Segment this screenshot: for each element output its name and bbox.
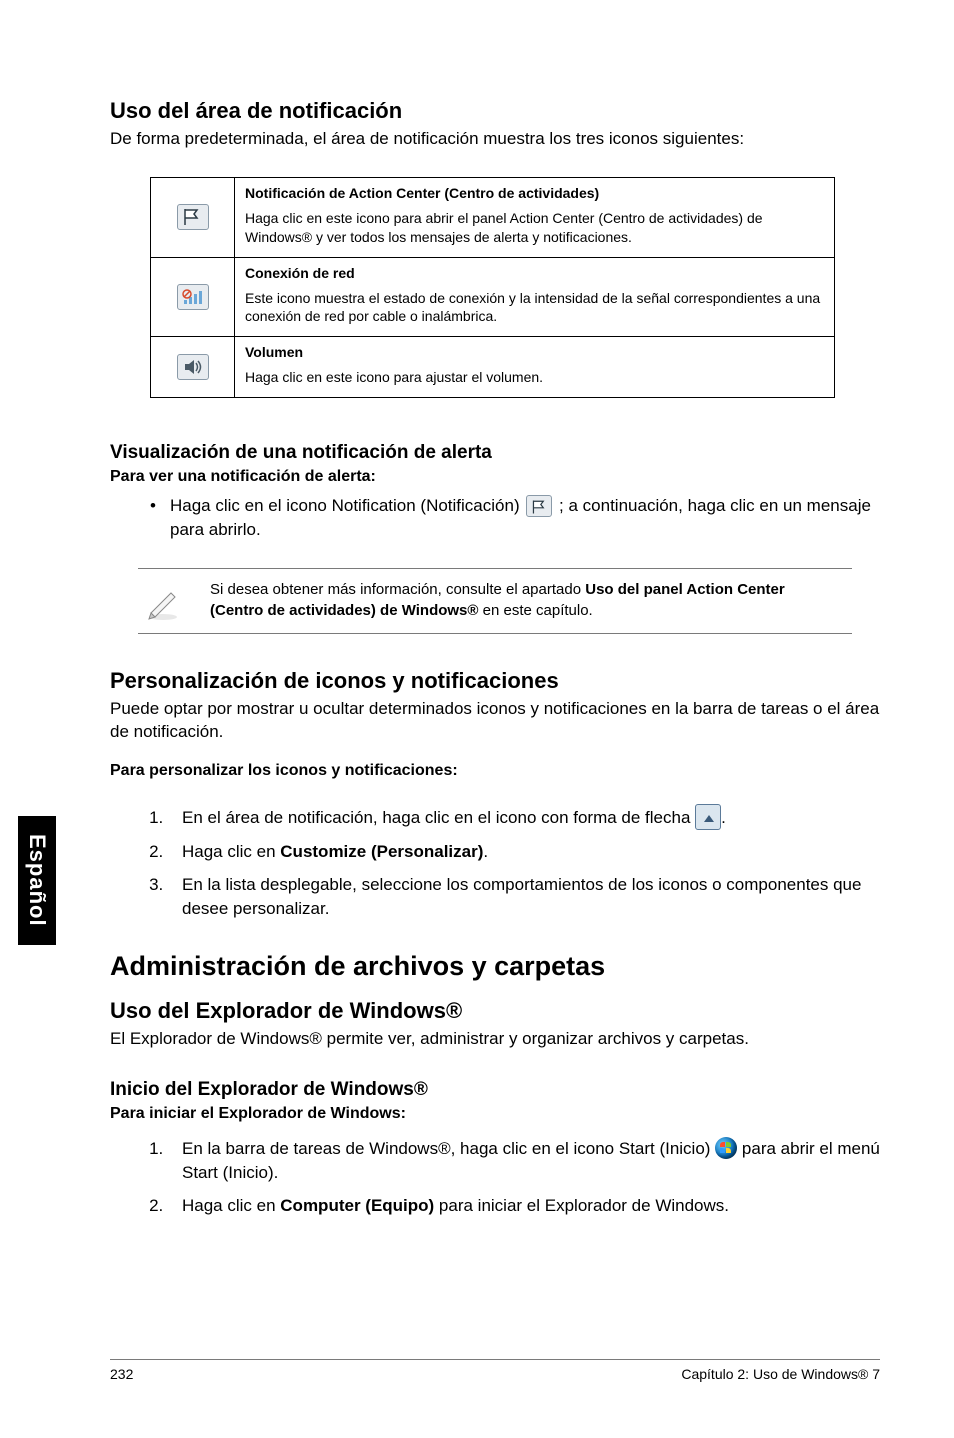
arrow-up-badge-icon [695,804,721,830]
step-text: En el área de notificación, haga clic en… [182,808,695,827]
table-row: Notificación de Action Center (Centro de… [151,177,835,257]
table-icon-cell [151,257,235,337]
step-text: En la lista desplegable, seleccione los … [182,875,861,918]
step-text: . [721,808,726,827]
table-row: Volumen Haga clic en este icono para aju… [151,337,835,398]
section-heading-notification-area: Uso del área de notificación [110,98,880,124]
page-content: Uso del área de notificación De forma pr… [110,98,880,1228]
network-icon [177,284,209,310]
flag-icon [177,204,209,230]
table-desc-cell: Volumen Haga clic en este icono para aju… [235,337,835,398]
step-text: para iniciar el Explorador de Windows. [434,1196,729,1215]
explorer-start-subheading: Para iniciar el Explorador de Windows: [110,1105,880,1123]
step-text: En la barra de tareas de Windows®, haga … [182,1139,715,1158]
table-row-title: Notificación de Action Center (Centro de… [245,184,824,203]
alert-heading: Visualización de una notificación de ale… [110,442,880,464]
section-heading-personalization: Personalización de iconos y notificacion… [110,668,880,694]
chapter-label: Capítulo 2: Uso de Windows® 7 [681,1366,880,1382]
alert-bullet: Haga clic en el icono Notification (Noti… [150,494,880,542]
step-bold: Computer (Equipo) [280,1196,434,1215]
list-item: En el área de notificación, haga clic en… [168,804,880,830]
table-row-title: Volumen [245,343,824,362]
step-bold: Customize (Personalizar) [280,842,483,861]
note-pre: Si desea obtener más información, consul… [210,581,585,598]
table-desc-cell: Conexión de red Este icono muestra el es… [235,257,835,337]
personalization-steps: En el área de notificación, haga clic en… [150,804,880,921]
page-number: 232 [110,1366,133,1382]
table-row-desc: Este icono muestra el estado de conexión… [245,290,820,325]
note-box: Si desea obtener más información, consul… [138,568,852,634]
notification-icons-table: Notificación de Action Center (Centro de… [150,177,835,398]
table-row-desc: Haga clic en este icono para abrir el pa… [245,210,763,245]
note-text: Si desea obtener más información, consul… [210,579,852,621]
step-text: . [483,842,488,861]
note-post: en este capítulo. [478,602,592,619]
explorer-steps: En la barra de tareas de Windows®, haga … [150,1137,880,1218]
page-footer: 232 Capítulo 2: Uso de Windows® 7 [110,1359,880,1382]
explorer-intro: El Explorador de Windows® permite ver, a… [110,1028,880,1051]
list-item: Haga clic en Computer (Equipo) para inic… [168,1194,880,1218]
flag-icon [526,495,552,517]
start-orb-icon [715,1137,737,1159]
bullet-text-pre: Haga clic en el icono Notification (Noti… [170,496,524,515]
table-desc-cell: Notificación de Action Center (Centro de… [235,177,835,257]
table-row-desc: Haga clic en este icono para ajustar el … [245,369,543,385]
list-item: En la lista desplegable, seleccione los … [168,873,880,921]
alert-subheading: Para ver una notificación de alerta: [110,468,880,486]
personalization-subheading: Para personalizar los iconos y notificac… [110,762,880,780]
list-item: Haga clic en Customize (Personalizar). [168,840,880,864]
major-heading: Administración de archivos y carpetas [110,951,880,982]
table-icon-cell [151,337,235,398]
section-intro: De forma predeterminada, el área de noti… [110,128,880,151]
step-text: Haga clic en [182,842,280,861]
list-item: En la barra de tareas de Windows®, haga … [168,1137,880,1185]
table-row: Conexión de red Este icono muestra el es… [151,257,835,337]
step-text: Haga clic en [182,1196,280,1215]
note-pen-icon [138,579,188,623]
explorer-start-heading: Inicio del Explorador de Windows® [110,1079,880,1101]
personalization-intro: Puede optar por mostrar u ocultar determ… [110,698,880,744]
table-icon-cell [151,177,235,257]
table-row-title: Conexión de red [245,264,824,283]
volume-icon [177,354,209,380]
section-heading-explorer: Uso del Explorador de Windows® [110,998,880,1024]
language-side-tab: Español [18,816,56,945]
